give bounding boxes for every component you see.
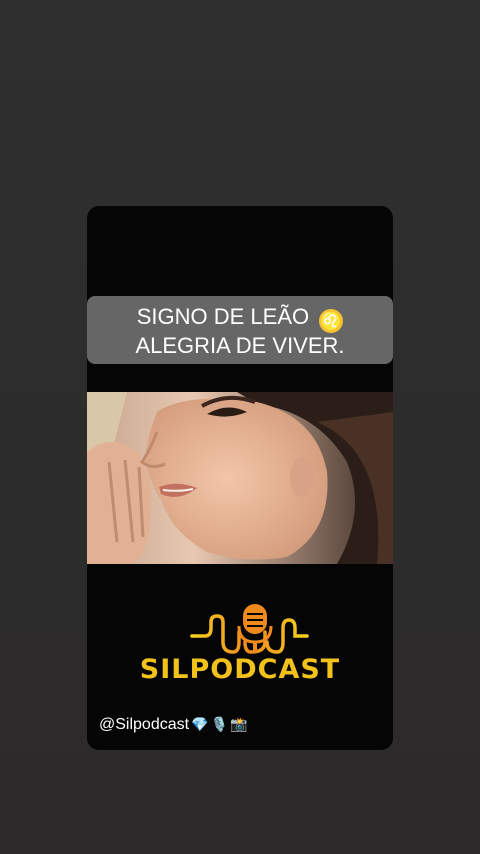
- story-card: SIGNO DE LEÃO ♌ ALEGRIA DE VIVER. SILPOD…: [87, 206, 393, 750]
- handle-text: @Silpodcast: [99, 716, 190, 733]
- caption-title: SIGNO DE LEÃO: [136, 304, 310, 329]
- leo-sign-icon: ♌: [319, 309, 344, 333]
- brand-name: SILPODCAST: [139, 654, 341, 685]
- caption-line-2: ALEGRIA DE VIVER.: [135, 333, 345, 358]
- whisper-photo: [87, 392, 393, 564]
- caption-box: SIGNO DE LEÃO ♌ ALEGRIA DE VIVER.: [87, 296, 393, 364]
- microphone-soundwave-icon: [190, 604, 309, 654]
- camera-icon: 📸: [229, 716, 248, 732]
- silpodcast-logo: SILPODCAST: [87, 598, 393, 698]
- account-handle[interactable]: @Silpodcast 💎 🎙️ 📸: [99, 716, 247, 734]
- photo-illustration: [87, 392, 393, 564]
- microphone-icon: 🎙️: [210, 716, 228, 732]
- diamond-icon: 💎: [191, 716, 209, 732]
- caption-line-1: SIGNO DE LEÃO ♌: [87, 304, 393, 333]
